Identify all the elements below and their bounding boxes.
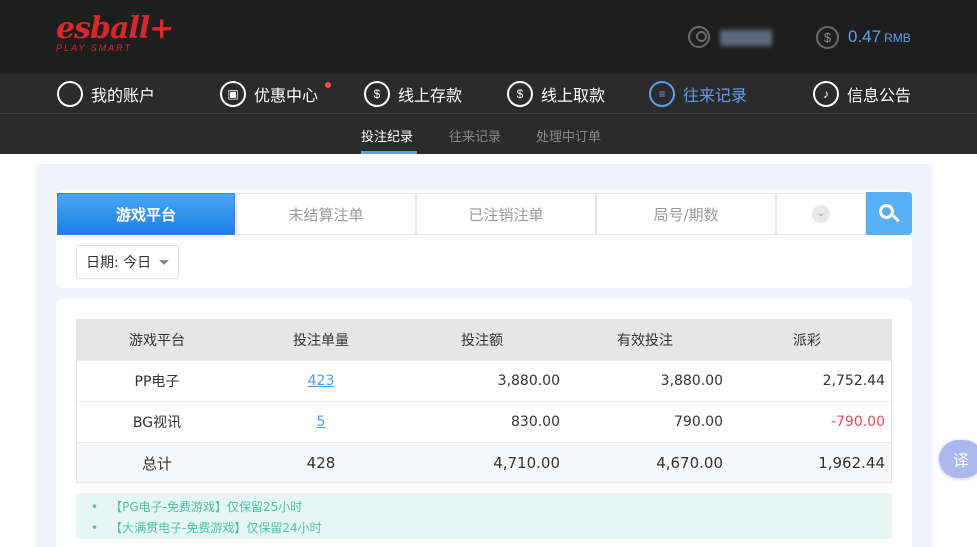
- nav-label: 我的账户: [91, 86, 156, 105]
- cell-valid: 790.00: [674, 414, 723, 430]
- table-total-row: 总计 428 4,710.00 4,670.00 1,962.44: [77, 442, 891, 483]
- cell-payout: -790.00: [830, 414, 885, 430]
- username-blurred[interactable]: [720, 30, 772, 46]
- cell-platform: PP电子: [134, 374, 180, 390]
- count-link[interactable]: 5: [317, 414, 326, 430]
- nav-promotions[interactable]: ▣ 优惠中心: [220, 74, 318, 114]
- tab-game-platform[interactable]: 游戏平台: [57, 193, 235, 235]
- table-row: PP电子 423 3,880.00 3,880.00 2,752.44: [77, 360, 891, 401]
- sub-nav: 投注纪录 往来记录 处理中订单: [0, 114, 977, 154]
- col-platform: 游戏平台: [129, 333, 185, 349]
- total-valid: 4,670.00: [656, 454, 723, 472]
- bell-icon: ♪: [813, 81, 839, 107]
- search-button[interactable]: [866, 192, 912, 235]
- nav-label: 线上取款: [541, 86, 606, 105]
- logo-text: esball+: [56, 11, 174, 46]
- total-label: 总计: [141, 454, 172, 473]
- col-valid: 有效投注: [617, 333, 673, 349]
- top-header: esball+ PLAY SMART $ 0.47 RMB: [0, 0, 977, 74]
- notice-box: 【PG电子-免费游戏】仅保留25小时 【大满贯电子-免费游戏】仅保留24小时: [76, 493, 892, 539]
- cell-bet: 830.00: [511, 414, 560, 430]
- col-payout: 派彩: [793, 333, 821, 349]
- count-link[interactable]: 423: [308, 373, 335, 389]
- cell-bet: 3,880.00: [497, 373, 560, 389]
- deposit-icon: $: [364, 81, 390, 107]
- total-bet: 4,710.00: [493, 454, 560, 472]
- cell-valid: 3,880.00: [660, 373, 723, 389]
- subtab-active-indicator: [361, 151, 417, 154]
- main-nav: 我的账户 ▣ 优惠中心 $ 线上存款 $ 线上取款 ≡ 往来记录 ♪ 信息公告: [0, 74, 977, 114]
- nav-records[interactable]: ≡ 往来记录: [649, 74, 747, 114]
- withdraw-icon: $: [507, 81, 533, 107]
- user-icon: [57, 81, 83, 107]
- gift-icon: ▣: [220, 81, 246, 107]
- col-count: 投注单量: [293, 333, 349, 349]
- cell-count: 5: [237, 402, 405, 442]
- nav-label: 线上存款: [398, 86, 463, 105]
- notification-dot: [325, 82, 331, 88]
- total-payout: 1,962.44: [818, 454, 885, 472]
- tab-cancelled[interactable]: 已注销注单: [416, 193, 596, 235]
- nav-withdraw[interactable]: $ 线上取款: [507, 74, 605, 114]
- balance-currency: RMB: [884, 31, 911, 45]
- table-row: BG视讯 5 830.00 790.00 -790.00: [77, 401, 891, 442]
- subtab-pending-orders[interactable]: 处理中订单: [536, 126, 601, 145]
- more-tabs-dropdown[interactable]: ⌄: [776, 193, 866, 235]
- dollar-icon: $: [816, 26, 839, 49]
- cell-count: 423: [237, 361, 405, 401]
- nav-label: 信息公告: [847, 86, 912, 105]
- chevron-down-icon: ⌄: [812, 205, 830, 223]
- user-icon[interactable]: [688, 26, 710, 48]
- date-filter-select[interactable]: 日期: 今日: [76, 245, 179, 279]
- translate-button[interactable]: 译: [939, 440, 977, 478]
- tab-round-number[interactable]: 局号/期数: [596, 193, 776, 235]
- cell-platform: BG视讯: [132, 415, 182, 431]
- cell-payout: 2,752.44: [822, 373, 885, 389]
- nav-my-account[interactable]: 我的账户: [57, 74, 155, 114]
- date-filter-value: 日期: 今日: [86, 255, 152, 271]
- caret-down-icon: [159, 259, 170, 265]
- notice-item: 【PG电子-免费游戏】仅保留25小时: [91, 497, 892, 518]
- nav-label: 优惠中心: [254, 86, 319, 105]
- table-header: 游戏平台 投注单量 投注额 有效投注 派彩: [77, 320, 891, 360]
- esball-logo[interactable]: esball+ PLAY SMART: [56, 11, 174, 54]
- nav-deposit[interactable]: $ 线上存款: [364, 74, 462, 114]
- nav-announcements[interactable]: ♪ 信息公告: [813, 74, 911, 114]
- records-icon: ≡: [649, 81, 675, 107]
- col-bet: 投注额: [461, 333, 503, 349]
- subtab-bet-records[interactable]: 投注纪录: [361, 126, 413, 145]
- tab-unsettled[interactable]: 未结算注单: [236, 193, 416, 235]
- nav-label: 往来记录: [683, 86, 748, 105]
- balance: 0.47 RMB: [848, 27, 911, 47]
- notice-item: 【大满贯电子-免费游戏】仅保留24小时: [91, 518, 892, 539]
- balance-amount: 0.47: [848, 27, 882, 46]
- subtab-transactions[interactable]: 往来记录: [449, 126, 501, 145]
- total-count: 428: [306, 454, 336, 472]
